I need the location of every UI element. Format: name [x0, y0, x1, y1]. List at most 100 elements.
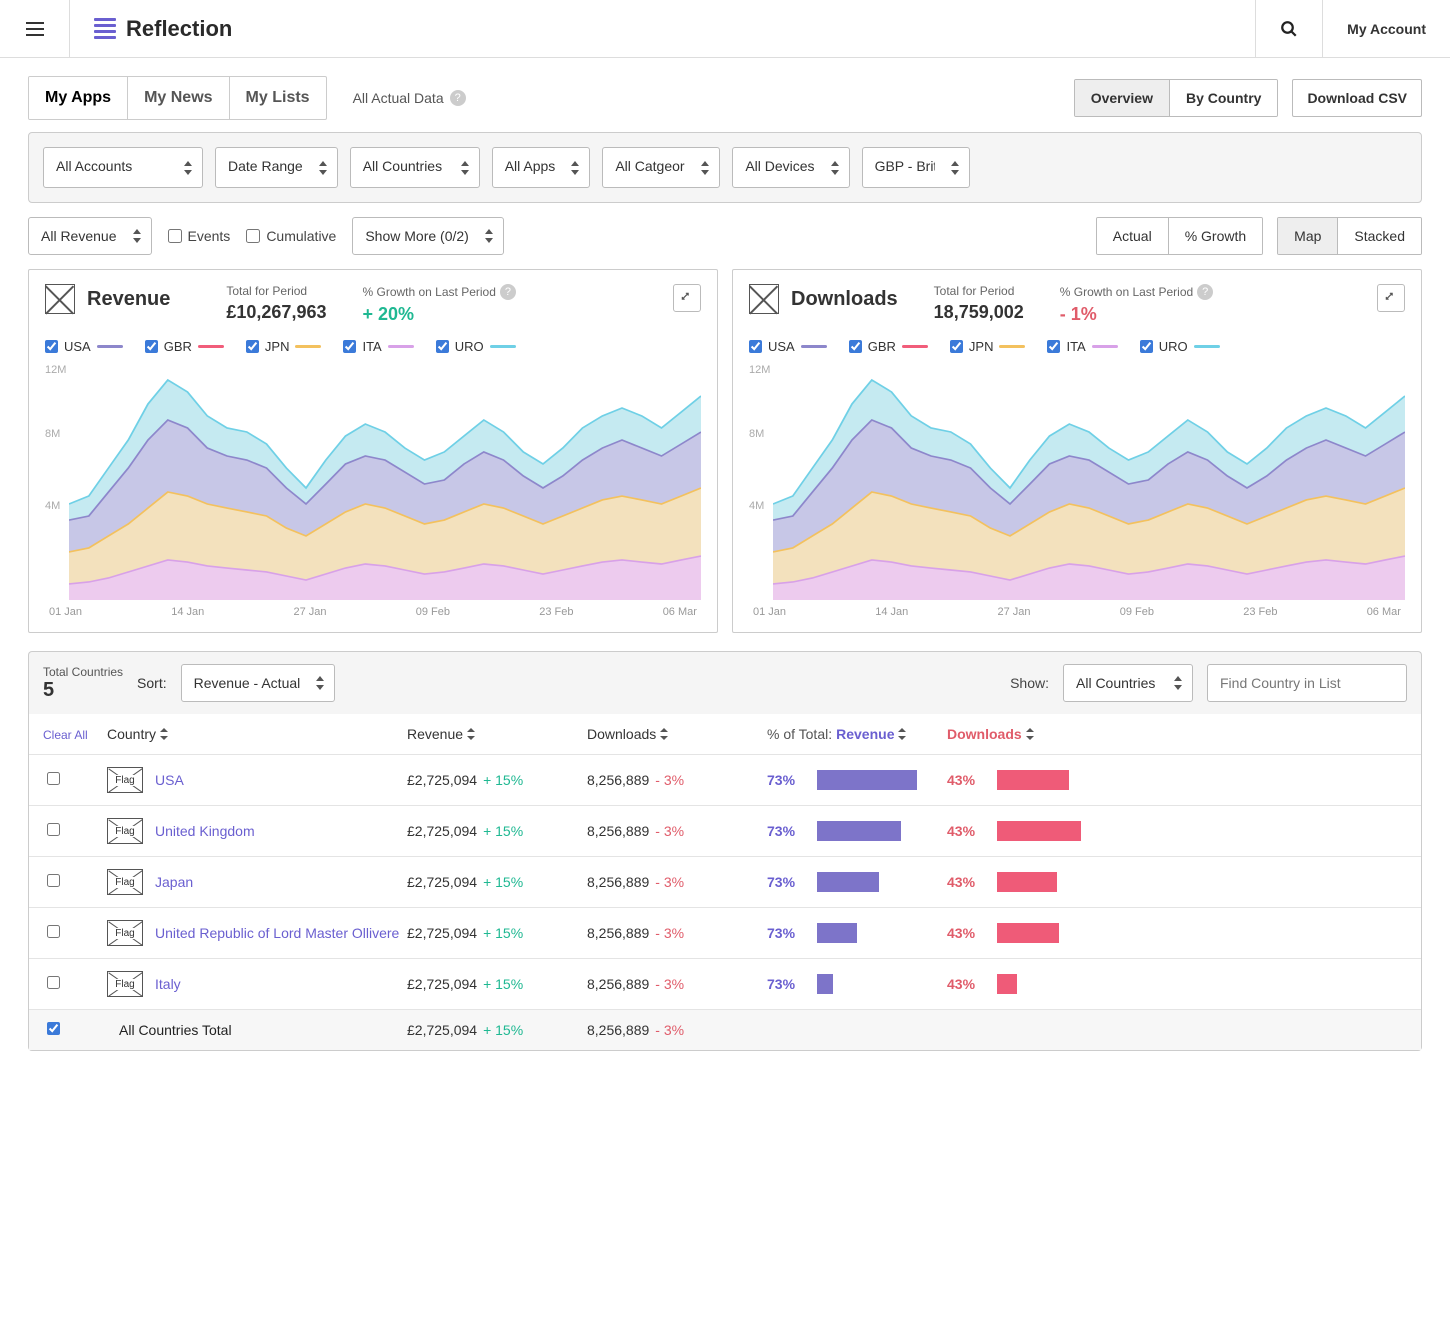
country-link[interactable]: Japan — [155, 874, 193, 890]
country-link[interactable]: United Kingdom — [155, 823, 255, 839]
rev-bar — [817, 821, 901, 841]
row-checkbox[interactable] — [47, 976, 60, 989]
devices-select[interactable]: All Devices — [732, 147, 849, 188]
sort-icon — [1026, 728, 1034, 740]
row-checkbox[interactable] — [47, 925, 60, 938]
row-checkbox[interactable] — [47, 823, 60, 836]
legend-jpn[interactable]: JPN — [950, 339, 1026, 354]
download-csv-button[interactable]: Download CSV — [1292, 79, 1422, 117]
brand-name: Reflection — [126, 16, 232, 42]
tab-my-lists[interactable]: My Lists — [230, 77, 326, 119]
events-check-input[interactable] — [168, 229, 182, 243]
country-link[interactable]: Italy — [155, 976, 181, 992]
actual-growth-toggle: Actual % Growth — [1096, 217, 1263, 255]
actual-toggle[interactable]: Actual — [1097, 218, 1169, 254]
sort-icon — [660, 728, 668, 740]
country-search-input[interactable]: Find Country in List — [1207, 664, 1407, 702]
clear-all-link[interactable]: Clear All — [37, 728, 107, 742]
date-range-select[interactable]: Date Range — [215, 147, 338, 188]
revenue-value: £2,725,094 — [407, 772, 477, 788]
map-toggle[interactable]: Map — [1278, 218, 1338, 254]
categories-select[interactable]: All Catgeories — [602, 147, 720, 188]
legend-uro[interactable]: URO — [436, 339, 516, 354]
country-link[interactable]: USA — [155, 772, 184, 788]
rev-bar — [817, 923, 857, 943]
chart-legend: USA GBR JPN ITA URO — [45, 339, 701, 354]
dl-pct: 43% — [947, 823, 987, 839]
show-more-select[interactable]: Show More (0/2) — [352, 217, 503, 255]
controls-row: All Revenue Events Cumulative Show More … — [28, 217, 1422, 255]
downloads-value: 8,256,889 — [587, 925, 649, 941]
rev-bar — [817, 770, 917, 790]
legend-gbr[interactable]: GBR — [145, 339, 224, 354]
rev-bar — [817, 872, 879, 892]
accounts-select[interactable]: All Accounts — [43, 147, 203, 188]
sort-select[interactable]: Revenue - Actual — [181, 664, 336, 702]
stacked-toggle[interactable]: Stacked — [1338, 218, 1421, 254]
totals-row: All Countries Total £2,725,094+ 15% 8,25… — [29, 1009, 1421, 1050]
flag-icon: Flag — [107, 920, 143, 946]
show-countries-select[interactable]: All Countries — [1063, 664, 1193, 702]
legend-jpn[interactable]: JPN — [246, 339, 322, 354]
pct-revenue-header[interactable]: % of Total: Revenue — [767, 726, 947, 742]
rev-pct: 73% — [767, 874, 807, 890]
rev-pct: 73% — [767, 823, 807, 839]
tab-my-news[interactable]: My News — [128, 77, 229, 119]
revenue-delta: + 15% — [483, 976, 523, 992]
legend-ita[interactable]: ITA — [1047, 339, 1117, 354]
chart-x-ticks: 01 Jan 14 Jan 27 Jan 09 Feb 23 Feb 06 Ma… — [45, 606, 701, 618]
dl-pct: 43% — [947, 772, 987, 788]
help-icon[interactable]: ? — [500, 284, 516, 300]
downloads-delta: - 3% — [655, 823, 684, 839]
row-checkbox[interactable] — [47, 772, 60, 785]
expand-button[interactable] — [1377, 284, 1405, 312]
chart-x-ticks: 01 Jan 14 Jan 27 Jan 09 Feb 23 Feb 06 Ma… — [749, 606, 1405, 618]
currency-select[interactable]: GBP - British — [862, 147, 970, 188]
revenue-header[interactable]: Revenue — [407, 726, 587, 742]
legend-usa[interactable]: USA — [749, 339, 827, 354]
expand-button[interactable] — [673, 284, 701, 312]
row-checkbox[interactable] — [47, 1022, 60, 1035]
revenue-select[interactable]: All Revenue — [28, 217, 152, 255]
overview-toggle[interactable]: Overview — [1075, 80, 1170, 116]
downloads-delta: - 3% — [655, 772, 684, 788]
tab-my-apps[interactable]: My Apps — [29, 77, 128, 119]
account-link[interactable]: My Account — [1322, 0, 1450, 57]
downloads-header[interactable]: Downloads — [587, 726, 767, 742]
countries-select[interactable]: All Countries — [350, 147, 480, 188]
help-icon[interactable]: ? — [1197, 284, 1213, 300]
by-country-toggle[interactable]: By Country — [1170, 80, 1277, 116]
row-checkbox[interactable] — [47, 874, 60, 887]
chevron-sort-icon — [571, 161, 579, 175]
chevron-sort-icon — [701, 161, 709, 175]
revenue-value: £2,725,094 — [407, 925, 477, 941]
country-link[interactable]: United Republic of Lord Master Ollivere — [155, 925, 399, 941]
menu-icon[interactable] — [26, 22, 44, 36]
help-icon[interactable]: ? — [450, 90, 466, 106]
legend-usa[interactable]: USA — [45, 339, 123, 354]
rev-pct: 73% — [767, 976, 807, 992]
downloads-chart-card: Downloads Total for Period 18,759,002 % … — [732, 269, 1422, 633]
cumulative-checkbox[interactable]: Cumulative — [246, 228, 336, 244]
search-button[interactable] — [1255, 0, 1322, 57]
growth-toggle[interactable]: % Growth — [1169, 218, 1262, 254]
pct-downloads-header[interactable]: Downloads — [947, 726, 1127, 742]
dl-bar — [997, 770, 1069, 790]
apps-select[interactable]: All Apps — [492, 147, 591, 188]
chevron-sort-icon — [316, 676, 324, 690]
table-row: Flag United Republic of Lord Master Olliv… — [29, 907, 1421, 958]
events-checkbox[interactable]: Events — [168, 228, 231, 244]
chart-title: Downloads — [791, 288, 898, 311]
dl-bar — [997, 923, 1059, 943]
legend-gbr[interactable]: GBR — [849, 339, 928, 354]
chart-title: Revenue — [87, 288, 170, 311]
country-table: Clear All Country Revenue Downloads % of… — [28, 714, 1422, 1051]
chevron-sort-icon — [461, 161, 469, 175]
legend-ita[interactable]: ITA — [343, 339, 413, 354]
legend-uro[interactable]: URO — [1140, 339, 1220, 354]
cumulative-check-input[interactable] — [246, 229, 260, 243]
topbar: Reflection My Account — [0, 0, 1450, 58]
tabs-row: My Apps My News My Lists All Actual Data… — [28, 76, 1422, 120]
country-header[interactable]: Country — [107, 726, 407, 742]
data-label: All Actual Data ? — [353, 90, 466, 106]
